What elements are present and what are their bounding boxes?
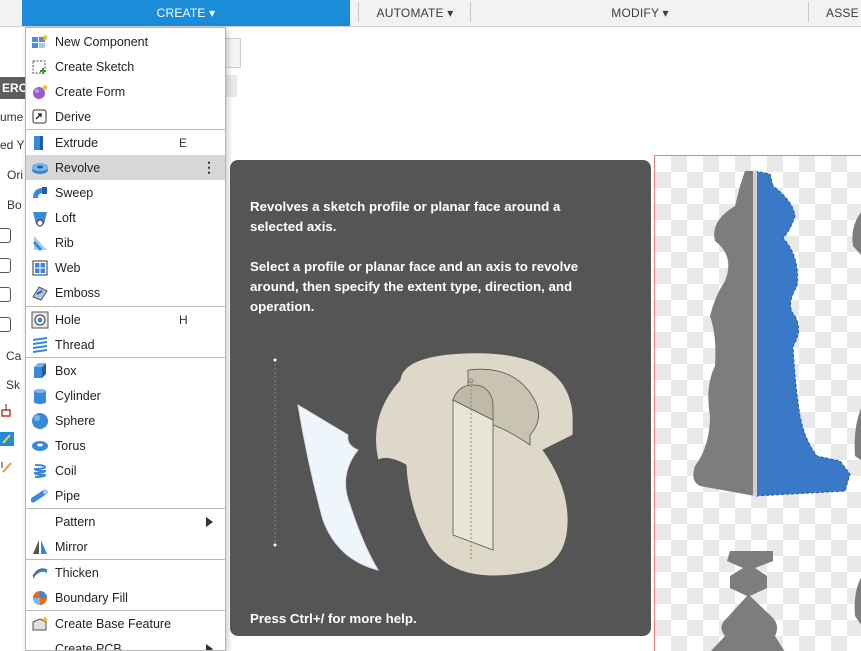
menu-item-new-component[interactable]: New Component	[26, 29, 225, 54]
browser-item[interactable]: ume	[0, 106, 26, 128]
menu-item-thread[interactable]: Thread	[26, 332, 225, 357]
coil-icon	[30, 462, 50, 480]
menu-item-rib[interactable]: Rib	[26, 230, 225, 255]
design-canvas[interactable]	[654, 155, 861, 651]
visibility-checkbox[interactable]	[0, 287, 11, 302]
torus-icon	[30, 437, 50, 455]
revolved-cut-face	[452, 399, 494, 551]
toolbar-left-fragment[interactable]	[0, 0, 14, 26]
automate-tab[interactable]: AUTOMATE ▾	[360, 0, 470, 26]
loft-icon	[30, 209, 50, 227]
derive-icon	[30, 108, 50, 126]
create-tab[interactable]: CREATE ▾	[22, 0, 350, 26]
menu-item-pipe[interactable]: Pipe	[26, 483, 225, 508]
create-form-icon	[30, 83, 50, 101]
browser-header: ERO	[0, 77, 26, 99]
partial-piece	[854, 408, 861, 461]
tooltip-help-hint: Press Ctrl+/ for more help.	[250, 611, 417, 626]
emboss-icon	[30, 284, 50, 302]
visibility-checkbox[interactable]	[0, 258, 11, 273]
revolve-icon	[30, 159, 50, 177]
sweep-icon	[30, 184, 50, 202]
sketch-profile	[297, 404, 380, 571]
menu-item-pattern[interactable]: Pattern	[26, 509, 225, 534]
menu-item-sweep[interactable]: Sweep	[26, 180, 225, 205]
thicken-icon	[30, 564, 50, 582]
more-options-icon[interactable]: ⋮	[202, 159, 216, 176]
extrude-icon	[30, 134, 50, 152]
sketch-pencil-icon	[1, 462, 12, 473]
menu-item-web[interactable]: Web	[26, 255, 225, 280]
partial-piece	[852, 212, 861, 255]
visibility-checkbox[interactable]	[0, 228, 11, 243]
toolbar-divider	[470, 2, 471, 22]
visibility-checkbox[interactable]	[0, 317, 11, 332]
panel-tab	[225, 38, 241, 68]
menu-item-hole[interactable]: Hole H	[26, 307, 225, 332]
modify-tab[interactable]: MODIFY ▾	[472, 0, 808, 26]
revolve-tooltip: Revolves a sketch profile or planar face…	[230, 160, 651, 636]
browser-item[interactable]: Sk	[0, 374, 26, 396]
menu-item-extrude[interactable]: Extrude E	[26, 130, 225, 155]
tooltip-description-line: Revolves a sketch profile or planar face…	[250, 199, 561, 214]
browser-item[interactable]: Ori	[0, 164, 26, 186]
toolbar: CREATE ▾ AUTOMATE ▾ MODIFY ▾ ASSE	[0, 0, 861, 27]
menu-item-thicken[interactable]: Thicken	[26, 560, 225, 585]
menu-item-create-form[interactable]: Create Form	[26, 79, 225, 104]
revolve-preview-half	[754, 170, 851, 497]
menu-item-derive[interactable]: Derive	[26, 104, 225, 129]
lower-chess-piece	[710, 551, 785, 651]
browser-item[interactable]: Bo	[0, 194, 26, 216]
tooltip-instruction-line: around, then specify the extent type, di…	[250, 279, 573, 294]
revolve-axis-line	[753, 171, 757, 496]
menu-item-loft[interactable]: Loft	[26, 205, 225, 230]
base-feature-icon	[30, 615, 50, 633]
grey-piece-half	[693, 171, 755, 496]
partial-piece	[854, 577, 861, 625]
menu-item-create-sketch[interactable]: Create Sketch	[26, 54, 225, 79]
hole-icon	[30, 311, 50, 329]
tooltip-instruction-line: operation.	[250, 299, 315, 314]
menu-item-create-base-feature[interactable]: Create Base Feature	[26, 611, 225, 636]
rib-icon	[30, 234, 50, 252]
create-sketch-icon	[30, 58, 50, 76]
boundary-fill-icon	[30, 589, 50, 607]
menu-item-emboss[interactable]: Emboss	[26, 280, 225, 305]
tooltip-instruction-line: Select a profile or planar face and an a…	[250, 259, 579, 274]
submenu-arrow-icon	[206, 516, 213, 527]
web-icon	[30, 259, 50, 277]
browser-item[interactable]: ed Y	[0, 134, 26, 156]
sketch-icon	[1, 404, 11, 417]
create-dropdown-menu: New Component Create Sketch Create Form …	[25, 27, 226, 651]
menu-item-torus[interactable]: Torus	[26, 433, 225, 458]
cylinder-icon	[30, 387, 50, 405]
panel-tab	[225, 75, 237, 97]
revolve-illustration	[273, 352, 574, 577]
pipe-icon	[30, 487, 50, 505]
toolbar-divider	[358, 2, 359, 22]
menu-item-coil[interactable]: Coil	[26, 458, 225, 483]
sketch-selected-icon[interactable]	[0, 432, 14, 446]
axis-endpoint	[273, 543, 277, 547]
assemble-tab[interactable]: ASSE	[826, 0, 861, 26]
menu-item-cylinder[interactable]: Cylinder	[26, 383, 225, 408]
menu-item-create-pcb[interactable]: Create PCB	[26, 636, 225, 650]
new-component-icon	[30, 33, 50, 51]
thread-icon	[30, 336, 50, 354]
mirror-icon	[30, 538, 50, 556]
tooltip-description-line: selected axis.	[250, 219, 337, 234]
toolbar-divider	[808, 2, 809, 22]
browser-item[interactable]: Ca	[0, 345, 26, 367]
box-icon	[30, 362, 50, 380]
chess-king-model[interactable]	[655, 156, 861, 651]
menu-item-revolve[interactable]: Revolve ⋮	[26, 155, 225, 180]
submenu-arrow-icon	[206, 643, 213, 650]
sphere-icon	[30, 412, 50, 430]
menu-item-sphere[interactable]: Sphere	[26, 408, 225, 433]
menu-item-mirror[interactable]: Mirror	[26, 534, 225, 559]
menu-item-boundary-fill[interactable]: Boundary Fill	[26, 585, 225, 610]
axis-endpoint	[273, 358, 277, 362]
menu-item-box[interactable]: Box	[26, 358, 225, 383]
